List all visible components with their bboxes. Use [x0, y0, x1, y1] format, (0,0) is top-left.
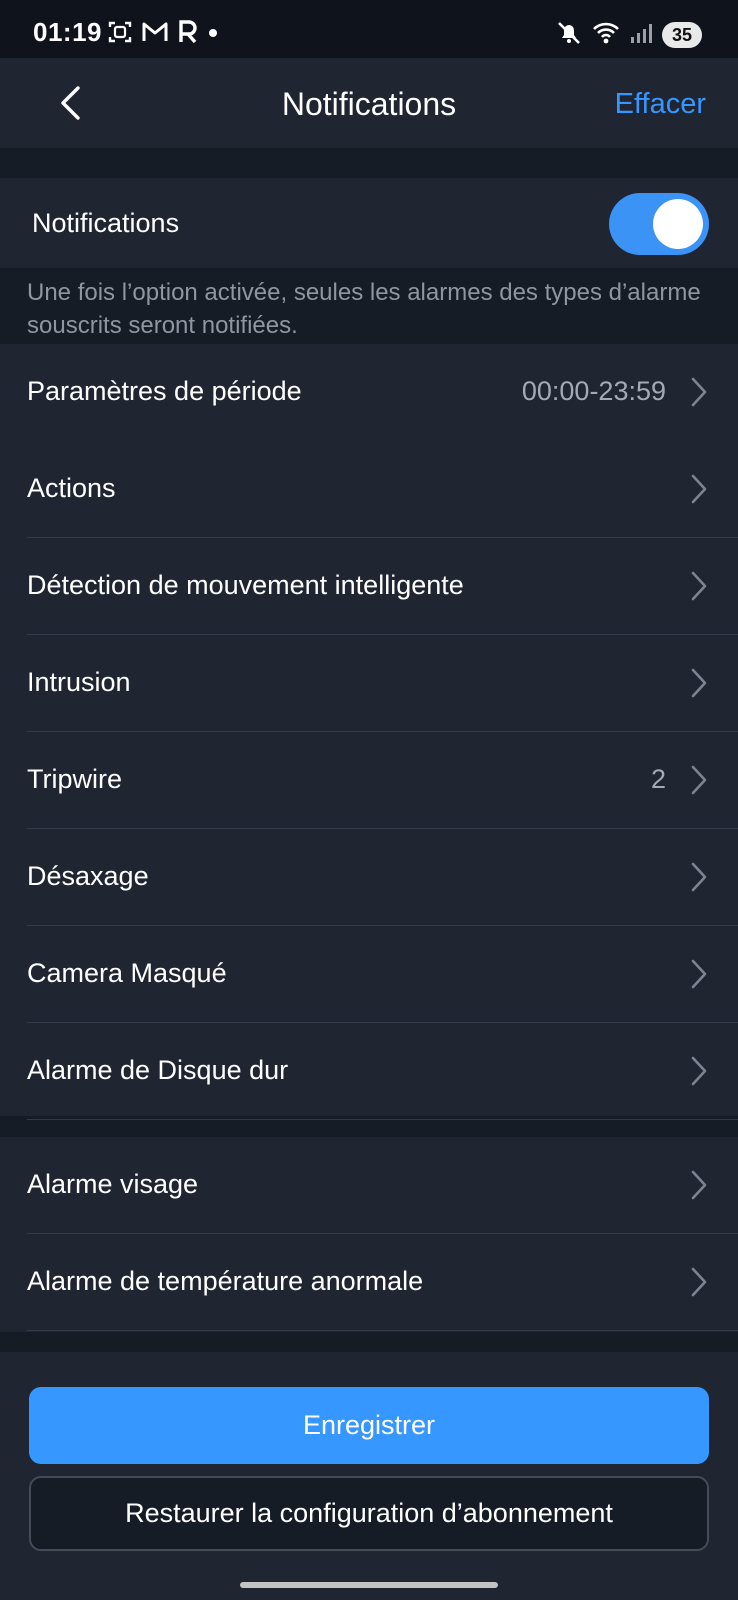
list-item-label: Intrusion [27, 667, 131, 697]
notifications-toggle[interactable] [609, 193, 709, 255]
chevron-right-icon [691, 474, 707, 504]
list-item-abnormal-temperature-alarm[interactable]: Alarme de température anormale [0, 1234, 738, 1331]
dot-icon [208, 25, 218, 43]
battery-indicator: 35 [662, 22, 702, 48]
chevron-right-icon [691, 765, 707, 795]
gmail-icon [142, 21, 168, 48]
alarm-group-secondary: Alarme visage Alarme de température anor… [0, 1137, 738, 1332]
restore-subscription-button[interactable]: Restaurer la configuration d’abonnement [29, 1476, 709, 1551]
chevron-right-icon [691, 959, 707, 989]
chevron-right-icon [691, 571, 707, 601]
chevron-right-icon [691, 1170, 707, 1200]
list-item-actions[interactable]: Actions [0, 441, 738, 538]
home-indicator[interactable] [240, 1582, 498, 1588]
clear-button[interactable]: Effacer [615, 88, 706, 121]
chevron-right-icon [691, 862, 707, 892]
list-item-face-alarm[interactable]: Alarme visage [0, 1137, 738, 1234]
list-item-smart-motion-detection[interactable]: Détection de mouvement intelligente [0, 538, 738, 635]
list-item-value: 00:00-23:59 [521, 376, 666, 406]
list-item-label: Détection de mouvement intelligente [27, 570, 464, 600]
r-app-icon [178, 19, 198, 49]
mute-icon [556, 20, 582, 51]
alarm-group-main: Paramètres de période 00:00-23:59 Action… [0, 344, 738, 1120]
chevron-right-icon [691, 377, 707, 407]
list-item-hard-disk-alarm[interactable]: Alarme de Disque dur [0, 1023, 738, 1120]
toggle-knob [653, 199, 703, 249]
list-item-tripwire[interactable]: Tripwire 2 [0, 732, 738, 829]
list-item-count: 2 [650, 764, 666, 794]
list-item-label: Alarme visage [27, 1169, 199, 1199]
status-bar: 01:19 35 [0, 0, 738, 58]
save-button[interactable]: Enregistrer [29, 1387, 709, 1464]
chevron-right-icon [691, 668, 707, 698]
list-item-label: Paramètres de période [27, 376, 302, 406]
divider [27, 1330, 738, 1331]
list-item-label: Désaxage [27, 861, 149, 891]
list-item-defocus[interactable]: Désaxage [0, 829, 738, 926]
status-icons-right: 35 [556, 20, 702, 50]
screenshot-icon [108, 20, 132, 49]
notifications-toggle-row: Notifications [0, 178, 738, 268]
status-time: 01:19 [33, 17, 102, 47]
list-item-period-settings[interactable]: Paramètres de période 00:00-23:59 [0, 344, 738, 441]
chevron-right-icon [691, 1267, 707, 1297]
list-item-label: Camera Masqué [27, 958, 227, 988]
list-item-camera-masking[interactable]: Camera Masqué [0, 926, 738, 1023]
list-item-label: Actions [27, 473, 116, 503]
wifi-icon [592, 20, 620, 51]
list-item-intrusion[interactable]: Intrusion [0, 635, 738, 732]
notifications-toggle-label: Notifications [32, 208, 180, 238]
status-icons-left [108, 19, 218, 49]
header: Notifications Effacer [0, 58, 738, 148]
divider [27, 1119, 738, 1120]
list-item-label: Tripwire [27, 764, 123, 794]
list-item-label: Alarme de Disque dur [27, 1055, 289, 1085]
signal-icon [630, 22, 652, 49]
chevron-right-icon [691, 1056, 707, 1086]
notifications-hint: Une fois l’option activée, seules les al… [27, 279, 701, 339]
list-item-label: Alarme de température anormale [27, 1266, 424, 1296]
